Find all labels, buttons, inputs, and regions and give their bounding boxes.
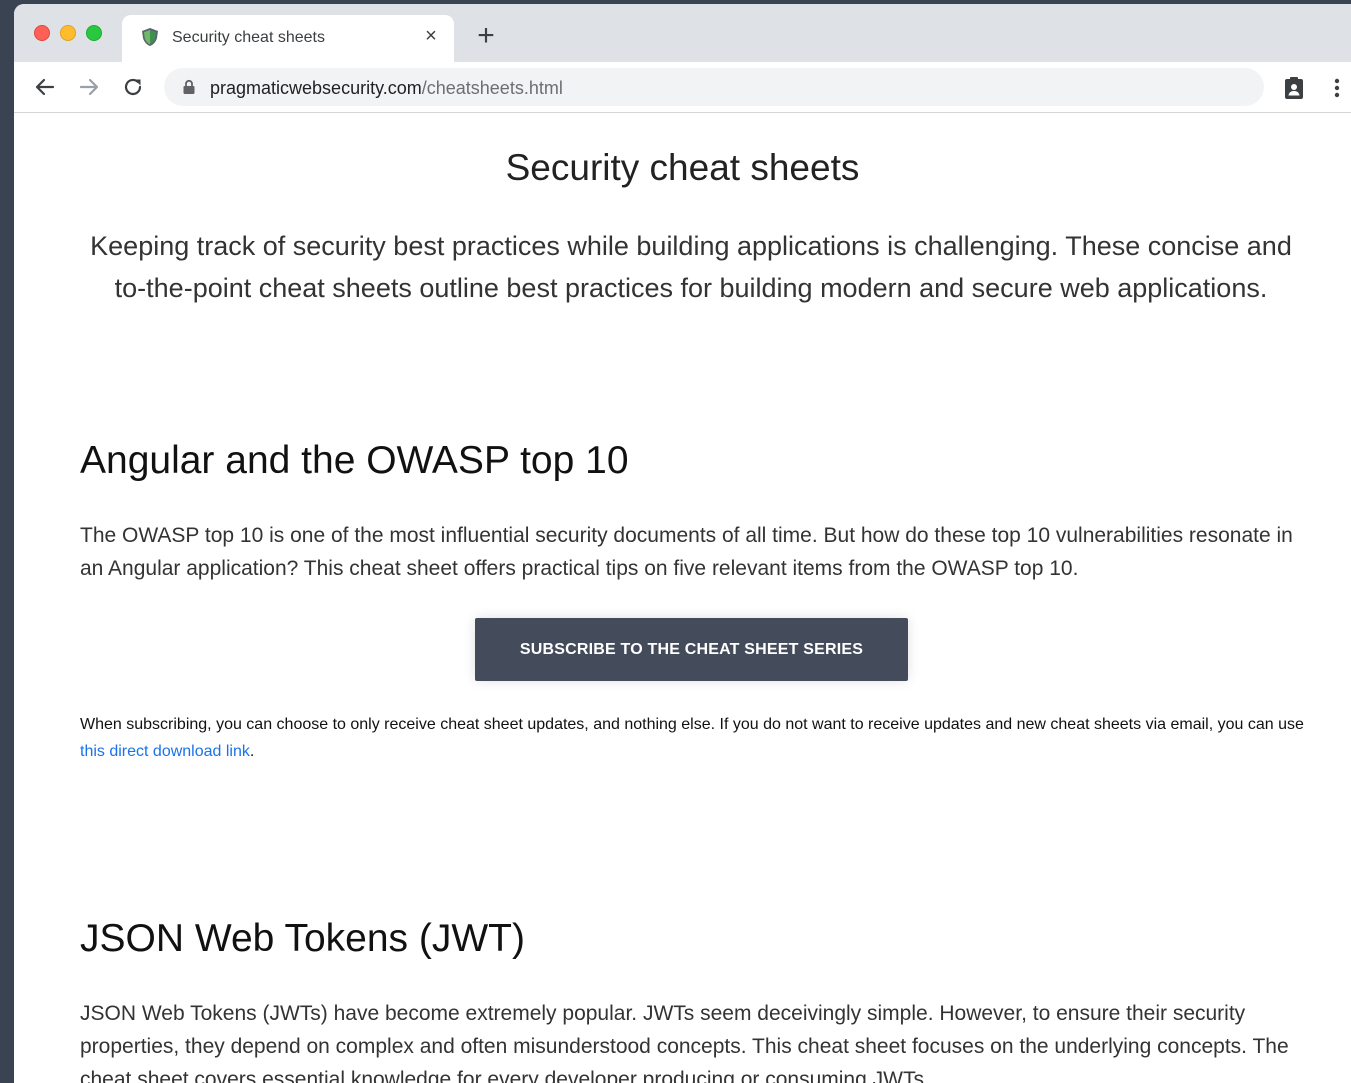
tab-title: Security cheat sheets bbox=[172, 29, 325, 46]
forward-button[interactable] bbox=[76, 74, 102, 100]
url-path: /cheatsheets.html bbox=[421, 78, 563, 98]
shield-icon bbox=[142, 28, 158, 46]
page-content: Security cheat sheets Keeping track of s… bbox=[14, 113, 1351, 1083]
address-bar[interactable]: pragmaticwebsecurity.com/cheatsheets.htm… bbox=[164, 68, 1264, 106]
section-text-angular: The OWASP top 10 is one of the most infl… bbox=[80, 524, 1293, 580]
vertical-dots-icon[interactable] bbox=[1330, 76, 1344, 100]
clipboard-badge-icon[interactable] bbox=[1282, 76, 1306, 100]
back-button[interactable] bbox=[32, 74, 58, 100]
note-text: When subscribing, you can choose to only… bbox=[80, 716, 1304, 733]
url-domain: pragmaticwebsecurity.com bbox=[210, 78, 422, 98]
note-end: . bbox=[249, 743, 255, 760]
reload-button[interactable] bbox=[120, 74, 146, 100]
arrow-right-icon bbox=[79, 78, 99, 96]
subscribe-note: When subscribing, you can choose to only… bbox=[80, 711, 1310, 765]
close-tab-icon[interactable]: × bbox=[420, 25, 442, 47]
new-tab-button[interactable]: + bbox=[472, 21, 500, 51]
direct-download-link[interactable]: this direct download link bbox=[80, 743, 250, 760]
lock-icon bbox=[183, 79, 195, 94]
section-text-jwt: JSON Web Tokens (JWTs) have become extre… bbox=[80, 1002, 1289, 1083]
maximize-window-button[interactable] bbox=[86, 25, 102, 41]
intro-text: Keeping track of security best practices… bbox=[90, 231, 1292, 303]
arrow-left-icon bbox=[35, 78, 55, 96]
browser-window: Security cheat sheets × + pragmaticwebse… bbox=[14, 4, 1351, 1083]
section-heading-jwt: JSON Web Tokens (JWT) bbox=[80, 917, 525, 960]
page-title: Security cheat sheets bbox=[505, 147, 860, 188]
browser-toolbar: pragmaticwebsecurity.com/cheatsheets.htm… bbox=[14, 62, 1351, 113]
minimize-window-button[interactable] bbox=[60, 25, 76, 41]
close-window-button[interactable] bbox=[34, 25, 50, 41]
tab-security-cheat-sheets[interactable]: Security cheat sheets × bbox=[122, 15, 454, 62]
tab-strip: Security cheat sheets × + bbox=[14, 4, 1351, 62]
reload-icon bbox=[124, 78, 142, 96]
subscribe-button[interactable]: SUBSCRIBE TO THE CHEAT SHEET SERIES bbox=[475, 618, 908, 681]
section-heading-angular: Angular and the OWASP top 10 bbox=[80, 439, 629, 482]
url-text: pragmaticwebsecurity.com/cheatsheets.htm… bbox=[210, 78, 563, 99]
